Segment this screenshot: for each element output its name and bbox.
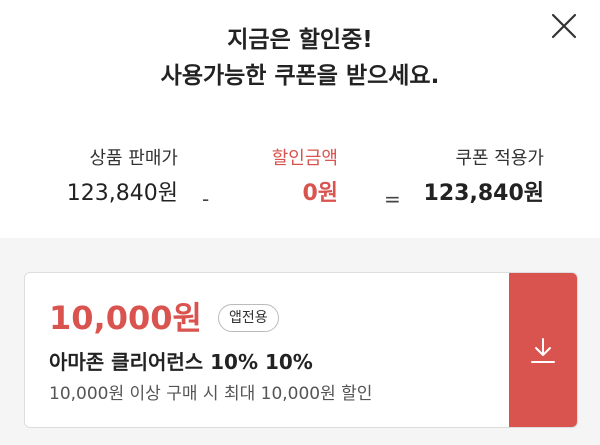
- coupon-description: 10,000원 이상 구매 시 최대 10,000원 할인: [49, 384, 373, 404]
- title-line-2: 사용가능한 쿠폰을 받으세요.: [160, 63, 440, 89]
- coupon-list: 10,000원 앱전용 아마존 클리어런스 10% 10% 10,000원 이상…: [0, 238, 600, 445]
- coupon-card: 10,000원 앱전용 아마존 클리어런스 10% 10% 10,000원 이상…: [24, 272, 578, 428]
- app-only-badge: 앱전용: [217, 304, 279, 332]
- final-price-label: 쿠폰 적용가: [455, 148, 544, 169]
- final-price: 쿠폰 적용가 123,840원: [424, 144, 544, 212]
- equal-sign: =: [384, 187, 401, 211]
- minus-sign: -: [202, 187, 210, 211]
- coupon-popup: 지금은 할인중! 사용가능한 쿠폰을 받으세요. 상품 판매가 123,840원…: [0, 0, 600, 445]
- discount-amount: 할인금액 0원: [272, 144, 338, 212]
- download-icon: [531, 338, 555, 363]
- perforation-edge: [504, 273, 514, 427]
- coupon-amount: 10,000원: [49, 299, 202, 337]
- coupon-info: 10,000원 앱전용 아마존 클리어런스 10% 10% 10,000원 이상…: [49, 295, 489, 407]
- coupon-download-button[interactable]: [504, 273, 577, 427]
- final-price-value: 123,840원: [423, 181, 544, 206]
- price-summary: 상품 판매가 123,840원 - 할인금액 0원 = 쿠폰 적용가 123,8…: [0, 144, 600, 224]
- coupon-amount-row: 10,000원 앱전용: [49, 295, 489, 341]
- discount-value: 0원: [302, 181, 338, 206]
- original-price-label: 상품 판매가: [89, 148, 178, 169]
- original-price-value: 123,840원: [66, 181, 178, 206]
- page-title: 지금은 할인중! 사용가능한 쿠폰을 받으세요.: [0, 22, 600, 94]
- original-price: 상품 판매가 123,840원: [67, 144, 178, 212]
- discount-label: 할인금액: [271, 148, 338, 169]
- title-line-1: 지금은 할인중!: [227, 27, 373, 53]
- coupon-name: 아마존 클리어런스 10% 10%: [49, 350, 313, 374]
